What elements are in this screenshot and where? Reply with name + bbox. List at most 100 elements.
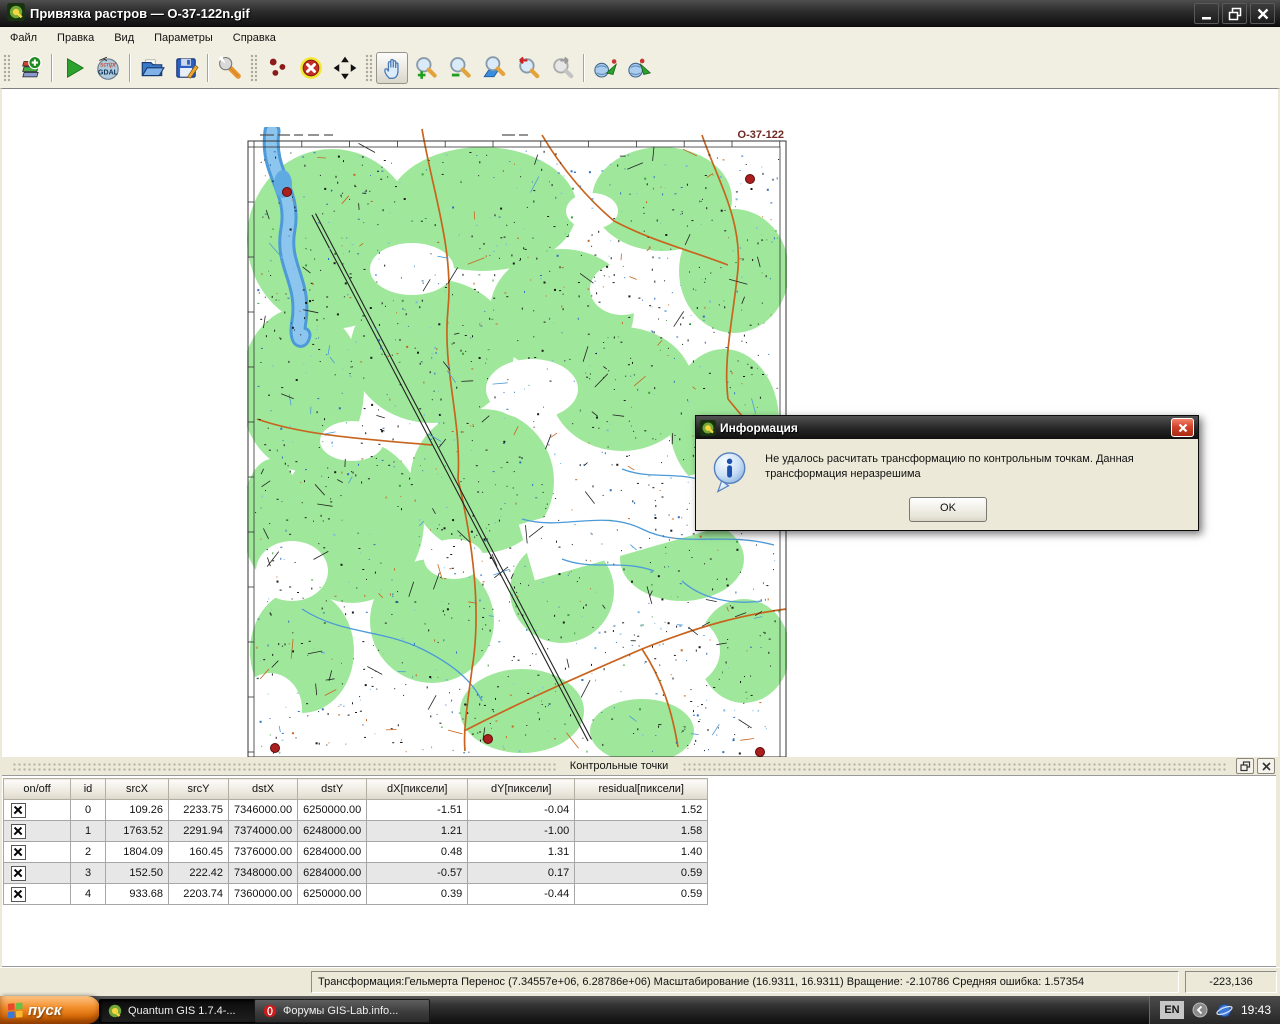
col-residual[interactable]: residual[пиксели] xyxy=(575,779,708,800)
window-titlebar: Привязка растров — O-37-122n.gif xyxy=(0,0,1280,27)
menu-view[interactable]: Вид xyxy=(104,29,144,47)
start-georeferencing-icon xyxy=(61,55,87,81)
tray-app-icon[interactable] xyxy=(1216,1002,1233,1019)
menu-file[interactable]: Файл xyxy=(0,29,47,47)
col-dy[interactable]: dY[пиксели] xyxy=(468,779,575,800)
link-qgis-to-georeferencer-icon xyxy=(627,55,653,81)
delete-point-icon xyxy=(298,55,324,81)
taskbar-item-qgis[interactable]: Quantum GIS 1.7.4-... xyxy=(99,999,265,1023)
col-dstx[interactable]: dstX xyxy=(229,779,298,800)
pan-button[interactable] xyxy=(376,52,408,84)
zoom-to-layer-button[interactable] xyxy=(478,52,510,84)
gcp-enabled-checkbox[interactable] xyxy=(11,803,26,818)
add-point-icon xyxy=(264,55,290,81)
clock: 19:43 xyxy=(1241,1003,1271,1017)
zoom-last-icon xyxy=(515,55,541,81)
table-header-row: on/off id srcX srcY dstX dstY dX[пиксели… xyxy=(4,779,708,800)
zoom-last-button[interactable] xyxy=(512,52,544,84)
col-srcy[interactable]: srcY xyxy=(169,779,229,800)
open-gcp-icon xyxy=(139,55,165,81)
gcp-marker[interactable] xyxy=(756,748,765,757)
info-icon xyxy=(710,450,749,496)
gcp-table-area: on/off id srcX srcY dstX dstY dX[пиксели… xyxy=(2,775,1276,967)
hide-tray-icons-icon[interactable] xyxy=(1192,1002,1208,1018)
dock-title: Контрольные точки xyxy=(566,760,672,772)
add-raster-button[interactable] xyxy=(14,52,46,84)
gcp-enabled-checkbox[interactable] xyxy=(11,887,26,902)
save-gcp-button[interactable] xyxy=(170,52,202,84)
delete-point-button[interactable] xyxy=(295,52,327,84)
zoom-in-button[interactable] xyxy=(410,52,442,84)
dock-float-button[interactable] xyxy=(1236,758,1254,774)
toolbar-separator xyxy=(207,54,209,82)
dock-close-button[interactable] xyxy=(1257,758,1275,774)
menu-edit[interactable]: Правка xyxy=(47,29,104,47)
restore-button[interactable] xyxy=(1222,3,1247,24)
add-point-button[interactable] xyxy=(261,52,293,84)
minimize-button[interactable] xyxy=(1194,3,1219,24)
table-row[interactable]: 0 109.26 2233.75 7346000.00 6250000.00 -… xyxy=(4,800,708,821)
table-row[interactable]: 1 1763.52 2291.94 7374000.00 6248000.00 … xyxy=(4,821,708,842)
qgis-app-icon xyxy=(7,3,25,24)
toolbar: GDALscript xyxy=(0,48,1280,89)
transform-status: Трансформация:Гельмерта Перенос (7.34557… xyxy=(311,971,1179,993)
col-dsty[interactable]: dstY xyxy=(298,779,367,800)
dialog-title: Информация xyxy=(720,421,798,435)
menu-settings[interactable]: Параметры xyxy=(144,29,223,47)
start-button[interactable]: пуск xyxy=(0,996,100,1024)
toolbar-drag-handle[interactable] xyxy=(250,54,257,82)
link-georeferencer-to-qgis-icon xyxy=(593,55,619,81)
dialog-message: Не удалось расчитать трансформацию по ко… xyxy=(765,450,1186,496)
zoom-out-button[interactable] xyxy=(444,52,476,84)
gcp-marker[interactable] xyxy=(746,175,755,184)
dialog-titlebar: Информация xyxy=(696,416,1198,439)
link-georeferencer-to-qgis-button[interactable] xyxy=(590,52,622,84)
menu-help[interactable]: Справка xyxy=(223,29,286,47)
gdal-script-button[interactable]: GDALscript xyxy=(92,52,124,84)
open-gcp-button[interactable] xyxy=(136,52,168,84)
move-point-button[interactable] xyxy=(329,52,361,84)
system-tray: EN 19:43 xyxy=(1149,996,1280,1024)
col-srcx[interactable]: srcX xyxy=(106,779,169,800)
col-onoff[interactable]: on/off xyxy=(4,779,71,800)
pan-icon xyxy=(379,55,405,81)
dock-drag-texture[interactable] xyxy=(682,762,1226,771)
transformation-settings-icon xyxy=(217,55,243,81)
taskbar: пуск Quantum GIS 1.7.4-... Форумы GIS-La… xyxy=(0,996,1280,1024)
gcp-enabled-checkbox[interactable] xyxy=(11,824,26,839)
zoom-out-icon xyxy=(447,55,473,81)
link-qgis-to-georeferencer-button[interactable] xyxy=(624,52,656,84)
info-dialog: Информация Не удалось расчитать трансфор… xyxy=(695,415,1199,531)
close-button[interactable] xyxy=(1250,3,1275,24)
language-indicator[interactable]: EN xyxy=(1160,1001,1184,1019)
svg-text:GDAL: GDAL xyxy=(98,70,119,77)
toolbar-drag-handle[interactable] xyxy=(365,54,372,82)
window-title: Привязка растров — O-37-122n.gif xyxy=(30,6,250,21)
coordinate-display: -223,136 xyxy=(1185,971,1277,993)
table-row[interactable]: 2 1804.09 160.45 7376000.00 6284000.00 0… xyxy=(4,842,708,863)
task-label: Форумы GIS-Lab.info... xyxy=(283,1005,398,1017)
gcp-marker[interactable] xyxy=(484,735,493,744)
table-row[interactable]: 4 933.68 2203.74 7360000.00 6250000.00 0… xyxy=(4,884,708,905)
toolbar-drag-handle[interactable] xyxy=(3,54,10,82)
zoom-in-icon xyxy=(413,55,439,81)
transformation-settings-button[interactable] xyxy=(214,52,246,84)
gcp-marker[interactable] xyxy=(283,188,292,197)
gcp-enabled-checkbox[interactable] xyxy=(11,845,26,860)
ok-button[interactable]: OK xyxy=(909,497,987,522)
taskbar-item-browser[interactable]: Форумы GIS-Lab.info... xyxy=(254,999,430,1023)
table-row[interactable]: 3 152.50 222.42 7348000.00 6284000.00 -0… xyxy=(4,863,708,884)
start-georeferencing-button[interactable] xyxy=(58,52,90,84)
zoom-next-button[interactable] xyxy=(546,52,578,84)
gcp-marker[interactable] xyxy=(271,744,280,753)
col-dx[interactable]: dX[пиксели] xyxy=(367,779,468,800)
col-id[interactable]: id xyxy=(71,779,106,800)
add-raster-icon xyxy=(17,55,43,81)
dialog-body: Не удалось расчитать трансформацию по ко… xyxy=(696,439,1198,496)
dock-drag-texture[interactable] xyxy=(12,762,556,771)
gcp-enabled-checkbox[interactable] xyxy=(11,866,26,881)
save-gcp-icon xyxy=(173,55,199,81)
statusbar: Трансформация:Гельмерта Перенос (7.34557… xyxy=(0,967,1280,997)
desktop: { "window": { "title": "Привязка растров… xyxy=(0,0,1280,1024)
dialog-close-button[interactable] xyxy=(1171,418,1194,437)
